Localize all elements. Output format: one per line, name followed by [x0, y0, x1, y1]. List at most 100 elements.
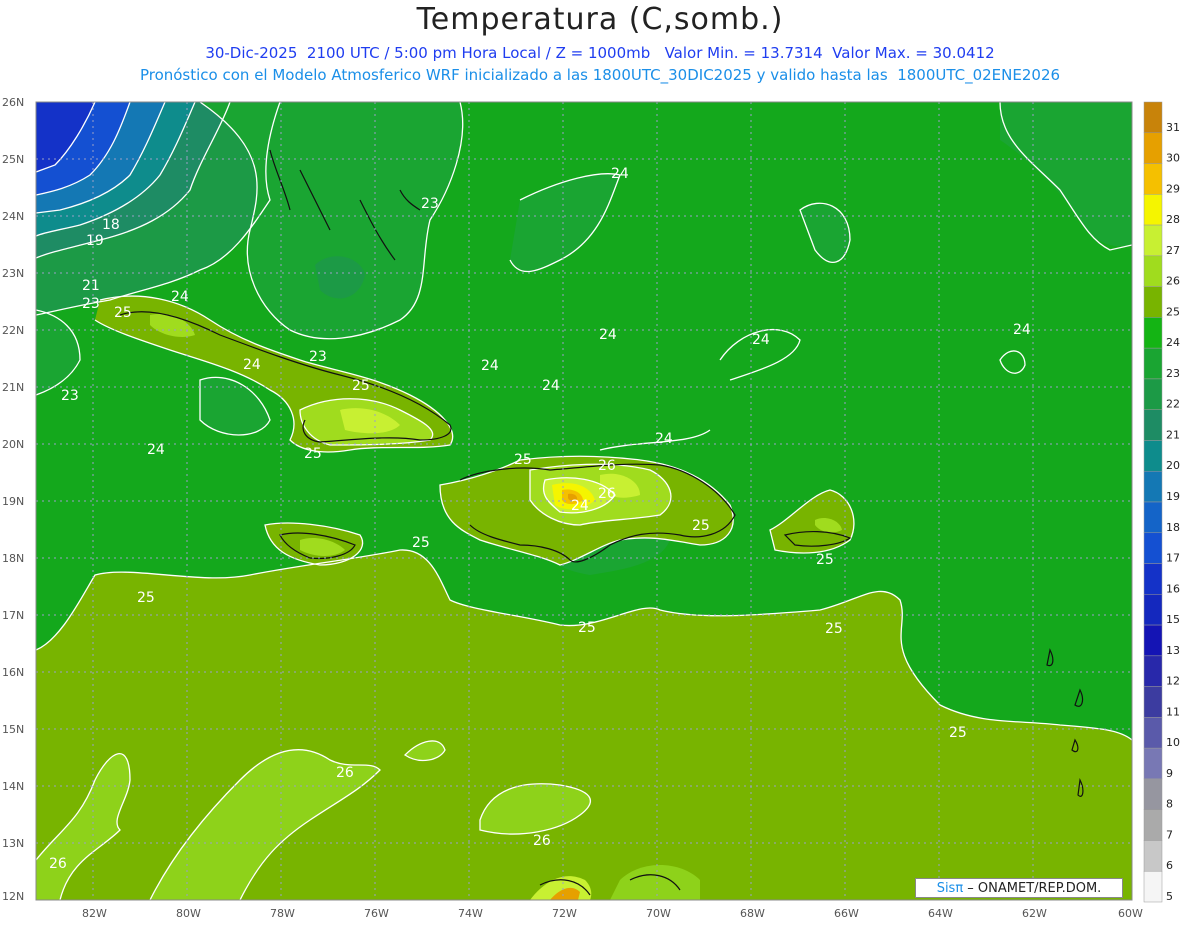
lat-label: 12N — [2, 890, 24, 903]
lon-label: 62W — [1022, 907, 1047, 920]
colorbar-swatch — [1143, 286, 1163, 318]
lon-label: 72W — [552, 907, 577, 920]
lat-label: 22N — [2, 324, 24, 337]
colorbar-swatch — [1143, 840, 1163, 872]
contour-label: 26 — [598, 458, 616, 474]
credit-box: Sisπ – ONAMET/REP.DOM. — [915, 878, 1123, 898]
colorbar-label: 25 — [1166, 305, 1180, 318]
lat-label: 21N — [2, 381, 24, 394]
temperature-map: 18 19 21 23 25 24 23 23 24 25 24 25 24 2… — [2, 96, 1180, 920]
colorbar-label: 24 — [1166, 336, 1180, 349]
colorbar-label: 19 — [1166, 490, 1180, 503]
colorbar-swatch — [1143, 686, 1163, 718]
colorbar-label: 26 — [1166, 275, 1180, 288]
contour-label: 25 — [514, 452, 532, 468]
contour-label: 18 — [102, 217, 120, 233]
lat-label: 16N — [2, 666, 24, 679]
contour-label: 21 — [82, 278, 100, 294]
lon-label: 80W — [176, 907, 201, 920]
sispi-logo-text: Sisπ — [936, 881, 964, 896]
colorbar-label: 10 — [1166, 736, 1180, 749]
lon-label: 68W — [740, 907, 765, 920]
lat-label: 15N — [2, 723, 24, 736]
colorbar-swatch — [1143, 347, 1163, 380]
contour-label: 23 — [82, 296, 100, 312]
colorbar-label: 20 — [1166, 459, 1180, 472]
lon-label: 60W — [1118, 907, 1143, 920]
colorbar-label: 6 — [1166, 859, 1173, 872]
lat-label: 24N — [2, 210, 24, 223]
colorbar-swatch — [1143, 563, 1163, 595]
colorbar-label: 29 — [1166, 182, 1180, 195]
contour-label: 24 — [243, 357, 261, 373]
contour-label: 25 — [304, 446, 322, 462]
colorbar-label: 28 — [1166, 213, 1180, 226]
colorbar-label: 17 — [1166, 552, 1180, 565]
contour-label: 25 — [816, 552, 834, 568]
colorbar: 31 30 29 28 27 26 25 24 23 22 21 20 19 18 17 16 15 13 12 11… — [1143, 101, 1180, 903]
contour-label: 24 — [599, 327, 617, 343]
colorbar-swatch — [1143, 255, 1163, 287]
contour-label: 24 — [542, 378, 560, 394]
colorbar-label: 21 — [1166, 428, 1180, 441]
contour-label: 26 — [533, 833, 551, 849]
colorbar-swatch — [1143, 655, 1163, 687]
latitude-labels: 26N 25N 24N 23N 22N 21N 20N 19N 18N 17N … — [2, 96, 24, 903]
lat-label: 17N — [2, 609, 24, 622]
contour-label: 24 — [655, 431, 673, 447]
colorbar-swatch — [1143, 594, 1163, 626]
contour-label: 24 — [481, 358, 499, 374]
colorbar-label: 23 — [1166, 367, 1180, 380]
lat-label: 20N — [2, 438, 24, 451]
colorbar-swatch — [1143, 809, 1163, 841]
contour-label: 19 — [86, 233, 104, 249]
contour-label: 24 — [147, 442, 165, 458]
contour-label: 25 — [949, 725, 967, 741]
colorbar-label: 30 — [1166, 152, 1180, 165]
contour-label: 24 — [571, 498, 589, 514]
colorbar-label: 22 — [1166, 398, 1180, 411]
colorbar-swatch — [1143, 717, 1163, 749]
colorbar-label: 16 — [1166, 582, 1180, 595]
contour-label: 24 — [171, 289, 189, 305]
lat-label: 13N — [2, 837, 24, 850]
lat-label: 25N — [2, 153, 24, 166]
contour-label: 23 — [421, 196, 439, 212]
lon-label: 66W — [834, 907, 859, 920]
lat-label: 18N — [2, 552, 24, 565]
lon-label: 70W — [646, 907, 671, 920]
contour-label: 24 — [1013, 322, 1031, 338]
colorbar-swatch — [1143, 194, 1163, 226]
credit-text: – ONAMET/REP.DOM. — [963, 881, 1102, 896]
colorbar-swatch — [1143, 132, 1163, 164]
colorbar-swatch — [1143, 470, 1163, 503]
colorbar-label: 9 — [1166, 767, 1173, 780]
contour-label: 24 — [752, 332, 770, 348]
contour-label: 25 — [692, 518, 710, 534]
contour-label: 26 — [598, 486, 616, 502]
lon-label: 74W — [458, 907, 483, 920]
colorbar-label: 18 — [1166, 521, 1180, 534]
lat-label: 19N — [2, 495, 24, 508]
colorbar-label: 5 — [1166, 890, 1173, 903]
colorbar-swatch — [1143, 440, 1163, 472]
contour-label: 24 — [611, 166, 629, 182]
lon-label: 78W — [270, 907, 295, 920]
contour-label: 23 — [309, 349, 327, 365]
colorbar-label: 12 — [1166, 675, 1180, 688]
colorbar-swatch — [1143, 378, 1163, 410]
colorbar-swatch — [1143, 532, 1163, 564]
colorbar-swatch — [1143, 501, 1163, 534]
colorbar-swatch — [1143, 163, 1163, 195]
colorbar-swatch — [1143, 870, 1163, 903]
colorbar-label: 27 — [1166, 244, 1180, 257]
colorbar-swatch — [1143, 624, 1163, 657]
contour-label: 26 — [336, 765, 354, 781]
colorbar-swatch — [1143, 101, 1163, 134]
colorbar-label: 7 — [1166, 828, 1173, 841]
contour-label: 25 — [114, 305, 132, 321]
contour-label: 25 — [825, 621, 843, 637]
lat-label: 26N — [2, 96, 24, 109]
colorbar-label: 8 — [1166, 798, 1173, 811]
lon-label: 64W — [928, 907, 953, 920]
